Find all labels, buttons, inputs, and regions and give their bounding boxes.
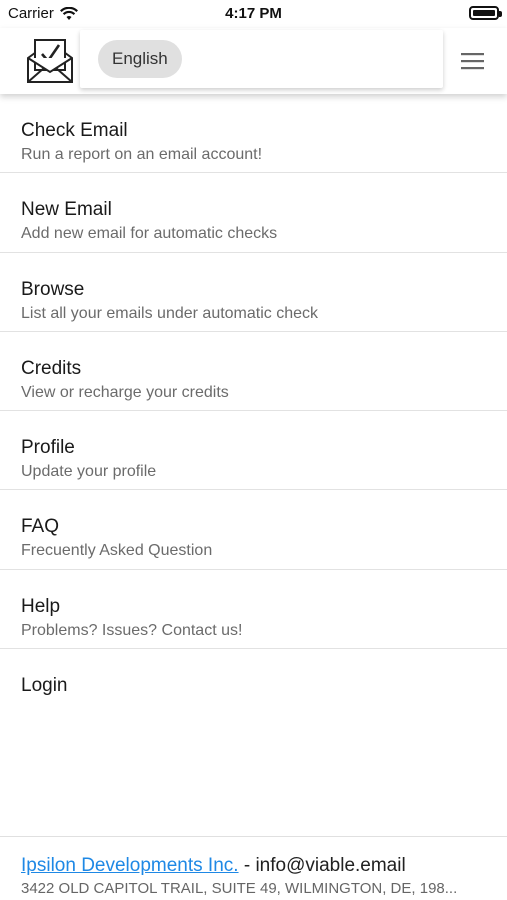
menu-item-title: Help xyxy=(21,595,61,617)
footer-contact-line: Ipsilon Developments Inc. - info@viable.… xyxy=(21,855,487,877)
menu-item-title: FAQ xyxy=(21,516,60,538)
status-bar: Carrier 4:17 PM xyxy=(0,0,507,28)
menu-item-subtitle: Run a report on an email account! xyxy=(21,146,263,163)
footer-email: - info@viable.email xyxy=(238,855,406,876)
envelope-check-icon xyxy=(22,34,78,88)
menu-item-subtitle: List all your emails under automatic che… xyxy=(21,304,319,322)
menu-item-title: Browse xyxy=(21,278,85,300)
footer: Ipsilon Developments Inc. - info@viable.… xyxy=(0,836,507,900)
menu-item-title: Profile xyxy=(21,437,75,459)
menu-item-title: Credits xyxy=(21,357,82,379)
menu-item-check-email[interactable]: Check Email Run a report on an email acc… xyxy=(0,94,507,174)
menu-item-subtitle: Frecuently Asked Question xyxy=(21,542,213,560)
menu-item-subtitle: View or recharge your credits xyxy=(21,383,229,401)
language-bar: English xyxy=(80,30,443,88)
menu-item-subtitle: Problems? Issues? Contact us! xyxy=(21,621,243,639)
language-selector[interactable]: English xyxy=(98,40,182,78)
menu-item-login[interactable]: Login xyxy=(0,649,507,728)
hamburger-menu-icon[interactable] xyxy=(455,46,489,76)
menu-item-subtitle: Add new email for automatic checks xyxy=(21,225,278,243)
menu-item-browse[interactable]: Browse List all your emails under automa… xyxy=(0,253,507,332)
menu-item-profile[interactable]: Profile Update your profile xyxy=(0,411,507,491)
menu-item-faq[interactable]: FAQ Frecuently Asked Question xyxy=(0,490,507,570)
company-link[interactable]: Ipsilon Developments Inc. xyxy=(21,855,239,876)
battery-icon xyxy=(469,6,502,20)
menu-item-title: New Email xyxy=(21,199,112,221)
menu-item-subtitle: Update your profile xyxy=(21,463,157,481)
menu-item-credits[interactable]: Credits View or recharge your credits xyxy=(0,332,507,412)
menu-item-title: Check Email xyxy=(21,120,128,141)
menu-list: Check Email Run a report on an email acc… xyxy=(0,94,507,728)
menu-item-help[interactable]: Help Problems? Issues? Contact us! xyxy=(0,570,507,650)
menu-item-new-email[interactable]: New Email Add new email for automatic ch… xyxy=(0,173,507,253)
status-time: 4:17 PM xyxy=(225,5,282,22)
menu-item-title: Login xyxy=(21,675,68,697)
footer-address: 3422 OLD CAPITOL TRAIL, SUITE 49, WILMIN… xyxy=(21,880,458,897)
app-header: English xyxy=(0,28,507,94)
